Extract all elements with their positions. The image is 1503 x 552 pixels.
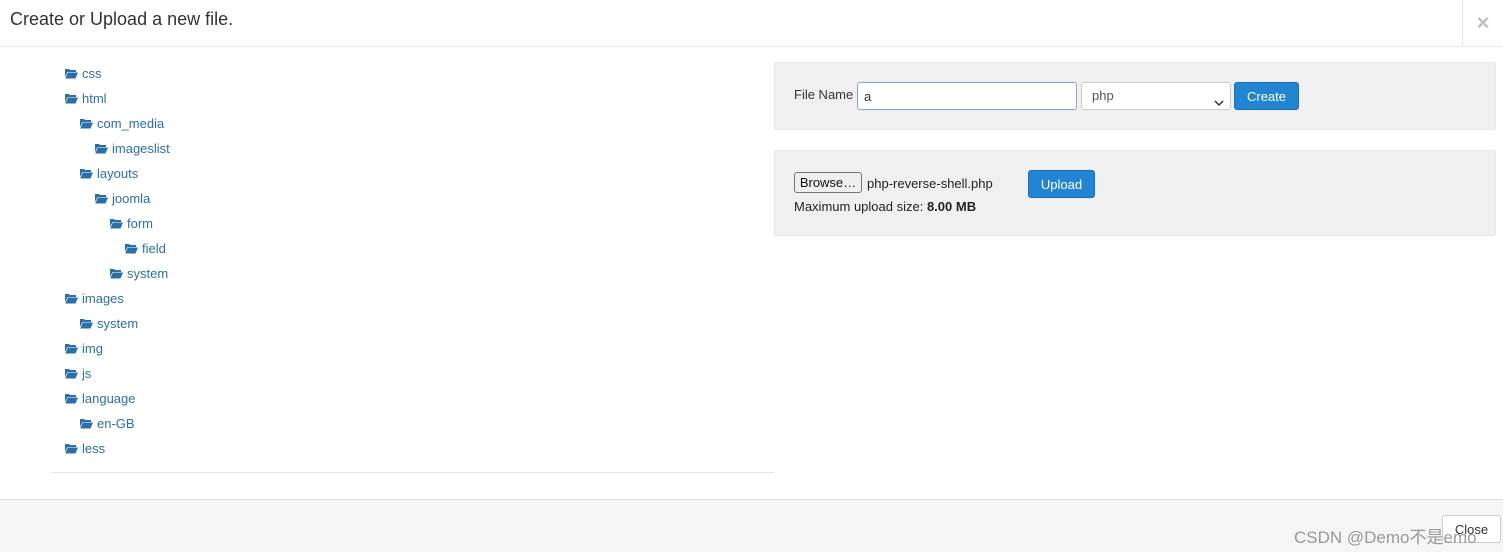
tree-item-label: com_media xyxy=(97,116,165,131)
folder-open-icon xyxy=(65,443,78,454)
tree-item-language[interactable]: language xyxy=(65,386,136,411)
folder-open-icon xyxy=(65,368,78,379)
tree-item-system[interactable]: system xyxy=(110,261,168,286)
dialog-title: Create or Upload a new file. xyxy=(10,9,234,29)
create-button[interactable]: Create xyxy=(1234,82,1299,110)
tree-item-label: css xyxy=(82,66,102,81)
tree-item-system[interactable]: system xyxy=(80,311,138,336)
folder-open-icon xyxy=(80,118,93,129)
tree-item-label: language xyxy=(82,391,136,406)
tree-item-label: joomla xyxy=(112,191,151,206)
close-icon[interactable]: × xyxy=(1462,0,1503,46)
folder-open-icon xyxy=(65,68,78,79)
create-file-dialog: Create or Upload a new file. × css html … xyxy=(0,0,1503,552)
tree-item-label: en-GB xyxy=(97,416,135,431)
folder-open-icon xyxy=(80,418,93,429)
close-button[interactable]: Close xyxy=(1442,515,1501,543)
chosen-file-name: php-reverse-shell.php xyxy=(867,176,993,191)
file-name-label: File Name xyxy=(794,87,854,102)
tree-item-label: layouts xyxy=(97,166,139,181)
tree-item-label: images xyxy=(82,291,124,306)
tree-item-com-media[interactable]: com_media xyxy=(80,111,164,136)
browse-button[interactable]: Browse… xyxy=(794,172,862,193)
tree-item-label: js xyxy=(82,366,92,381)
folder-open-icon xyxy=(110,268,123,279)
max-upload-value: 8.00 MB xyxy=(926,199,977,214)
tree-item-form[interactable]: form xyxy=(110,211,153,236)
tree-item-img[interactable]: img xyxy=(65,336,103,361)
dialog-header: Create or Upload a new file. × xyxy=(0,0,1503,47)
create-file-panel: File Name php Create xyxy=(774,62,1496,130)
folder-open-icon xyxy=(65,93,78,104)
chevron-down-icon xyxy=(1214,91,1224,107)
tree-item-label: system xyxy=(127,266,169,281)
max-upload-label: Maximum upload size: xyxy=(794,199,927,214)
folder-open-icon xyxy=(80,318,93,329)
folder-open-icon xyxy=(110,218,123,229)
folder-open-icon xyxy=(65,393,78,404)
file-extension-value: php xyxy=(1092,88,1114,103)
tree-item-images[interactable]: images xyxy=(65,286,124,311)
dialog-footer: Close xyxy=(0,499,1503,552)
folder-open-icon xyxy=(125,243,138,254)
upload-button[interactable]: Upload xyxy=(1028,170,1095,198)
tree-item-label: system xyxy=(97,316,139,331)
tree-item-js[interactable]: js xyxy=(65,361,91,386)
folder-open-icon xyxy=(65,293,78,304)
tree-item-html[interactable]: html xyxy=(65,86,107,111)
upload-file-panel: Browse… php-reverse-shell.php Upload Max… xyxy=(774,150,1496,236)
file-extension-select[interactable]: php xyxy=(1081,82,1231,110)
folder-open-icon xyxy=(95,193,108,204)
tree-item-label: img xyxy=(82,341,103,356)
folder-tree: css html com_media imageslist layouts jo… xyxy=(51,61,774,473)
folder-open-icon xyxy=(65,343,78,354)
folder-open-icon xyxy=(95,143,108,154)
tree-item-layouts[interactable]: layouts xyxy=(80,161,138,186)
tree-item-en-gb[interactable]: en-GB xyxy=(80,411,135,436)
tree-item-label: html xyxy=(82,91,107,106)
tree-item-imageslist[interactable]: imageslist xyxy=(95,136,170,161)
folder-open-icon xyxy=(80,168,93,179)
tree-item-label: field xyxy=(142,241,166,256)
max-upload-size: Maximum upload size: 8.00 MB xyxy=(794,199,976,214)
tree-item-joomla[interactable]: joomla xyxy=(95,186,150,211)
tree-item-less[interactable]: less xyxy=(65,436,105,461)
tree-item-label: less xyxy=(82,441,106,456)
file-name-input[interactable] xyxy=(857,82,1077,110)
tree-item-label: form xyxy=(127,216,153,231)
tree-item-field[interactable]: field xyxy=(125,236,166,261)
tree-item-label: imageslist xyxy=(112,141,170,156)
tree-item-css[interactable]: css xyxy=(65,61,102,86)
